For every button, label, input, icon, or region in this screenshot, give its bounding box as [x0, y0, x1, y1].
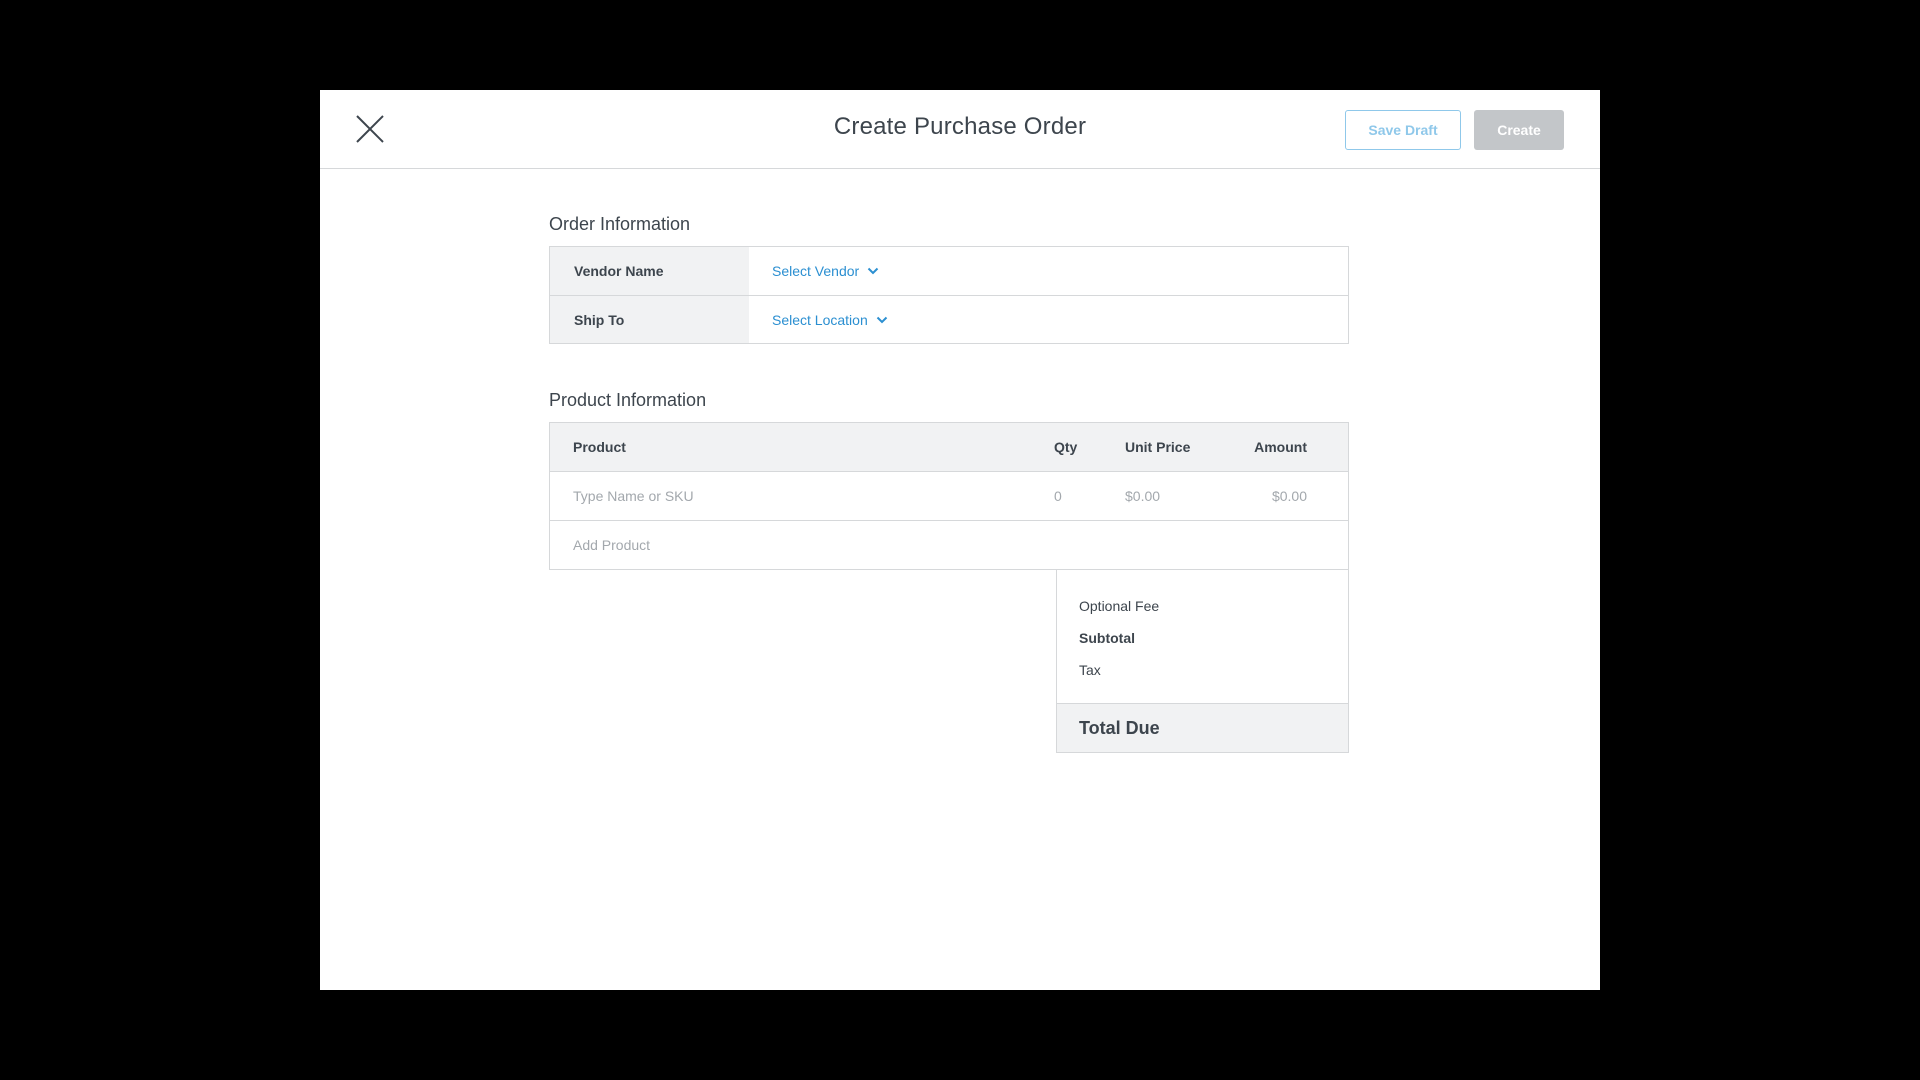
product-table-header: Product Qty Unit Price Amount	[550, 423, 1348, 471]
product-information-title: Product Information	[549, 390, 707, 410]
amount-value: $0.00	[1271, 488, 1307, 504]
column-header-amount: Amount	[1254, 439, 1307, 455]
ship-to-label: Ship To	[550, 296, 749, 343]
summary-lines: Optional Fee Subtotal Tax	[1057, 570, 1348, 703]
save-draft-button[interactable]: Save Draft	[1345, 110, 1461, 150]
vendor-select-label: Select Vendor	[772, 263, 860, 279]
tax-label[interactable]: Tax	[1079, 660, 1348, 692]
column-header-product: Product	[573, 439, 626, 455]
location-select-label: Select Location	[772, 311, 868, 328]
total-due-label: Total Due	[1057, 703, 1348, 752]
order-information-section: Order Information Vendor Name Select Ven…	[549, 214, 1349, 344]
table-row: Type Name or SKU 0 $0.00 $0.00	[550, 471, 1348, 520]
vendor-row: Vendor Name Select Vendor	[550, 247, 1348, 295]
order-information-table: Vendor Name Select Vendor Ship To Select…	[549, 246, 1349, 344]
column-header-qty: Qty	[1054, 439, 1078, 455]
vendor-name-label: Vendor Name	[550, 247, 749, 295]
chevron-down-icon	[867, 267, 879, 275]
order-information-title: Order Information	[549, 214, 691, 234]
qty-input[interactable]: 0	[1054, 488, 1125, 504]
modal-header: Create Purchase Order Save Draft Create	[320, 90, 1600, 169]
location-select[interactable]: Select Location	[749, 296, 1348, 343]
vendor-select[interactable]: Select Vendor	[749, 247, 1348, 295]
create-button[interactable]: Create	[1474, 110, 1564, 150]
optional-fee-label[interactable]: Optional Fee	[1079, 596, 1348, 628]
order-summary: Optional Fee Subtotal Tax Total Due	[1056, 570, 1349, 753]
column-header-unit-price: Unit Price	[1125, 439, 1191, 455]
product-information-section: Product Information Product Qty Unit Pri…	[549, 390, 1349, 570]
product-table: Product Qty Unit Price Amount Type Name …	[549, 422, 1349, 570]
subtotal-label: Subtotal	[1079, 630, 1135, 646]
ship-to-row: Ship To Select Location	[550, 295, 1348, 343]
add-product-button[interactable]: Add Product	[550, 520, 1348, 569]
purchase-order-modal: Create Purchase Order Save Draft Create …	[320, 90, 1600, 990]
chevron-down-icon	[876, 316, 888, 324]
unit-price-input[interactable]: $0.00	[1125, 488, 1231, 504]
product-search-input[interactable]: Type Name or SKU	[550, 488, 1054, 504]
